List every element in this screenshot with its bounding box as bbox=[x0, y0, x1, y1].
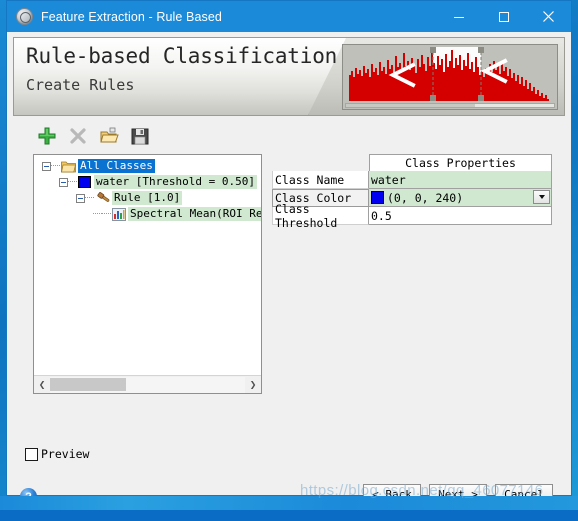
class-threshold-value[interactable]: 0.5 bbox=[369, 207, 552, 225]
class-name-value[interactable]: water bbox=[369, 171, 552, 189]
gavel-icon bbox=[97, 192, 110, 202]
tree-connector bbox=[85, 197, 94, 199]
tree-node-label: water [Threshold = 0.50] bbox=[94, 175, 257, 189]
open-folder-icon[interactable] bbox=[99, 126, 119, 146]
banner-title: Rule-based Classification bbox=[26, 44, 338, 68]
rules-toolbar bbox=[37, 121, 571, 151]
window-controls bbox=[436, 1, 571, 32]
scroll-right-arrow-icon[interactable]: ❯ bbox=[245, 377, 261, 393]
folder-icon bbox=[61, 161, 76, 172]
envi-logo-icon bbox=[16, 8, 33, 25]
class-color-text: (0, 0, 240) bbox=[387, 190, 464, 205]
tree-connector bbox=[93, 213, 102, 215]
property-label: Class Threshold bbox=[272, 202, 369, 230]
histogram-scrollbar bbox=[345, 103, 555, 108]
expander-icon[interactable] bbox=[59, 177, 68, 187]
tree-horizontal-scrollbar[interactable]: ❮ ❯ bbox=[34, 375, 261, 393]
banner-text: Rule-based Classification Create Rules bbox=[26, 44, 337, 94]
tree-node-label: All Classes bbox=[78, 159, 155, 173]
tree-node-rule[interactable]: Rule [1.0] bbox=[34, 190, 261, 206]
property-row-class-threshold: Class Threshold 0.5 bbox=[272, 202, 552, 230]
chart-icon bbox=[112, 207, 126, 221]
property-row-class-name: Class Name water bbox=[272, 171, 552, 189]
tree-connector bbox=[68, 181, 77, 183]
tree-connector bbox=[51, 165, 60, 167]
tree-node-attribute[interactable]: Spectral Mean(ROI Res bbox=[34, 206, 261, 222]
color-swatch-icon bbox=[371, 191, 384, 204]
color-swatch-icon bbox=[78, 176, 91, 188]
class-properties-panel: Class Properties Class Name water Class … bbox=[272, 154, 552, 230]
expander-icon[interactable] bbox=[76, 193, 85, 203]
scrollbar-track[interactable] bbox=[50, 376, 245, 393]
minimize-icon[interactable] bbox=[436, 1, 481, 32]
title-bar: Feature Extraction - Rule Based bbox=[7, 1, 571, 32]
tree-node-label: Spectral Mean(ROI Res bbox=[128, 207, 261, 221]
dialog-body: All Classes water [Threshold = 0.50] Rul… bbox=[7, 151, 571, 505]
banner-subtitle: Create Rules bbox=[26, 76, 135, 94]
feature-extraction-window: Feature Extraction - Rule Based Rule-bas… bbox=[6, 0, 572, 505]
chevron-down-icon[interactable] bbox=[533, 190, 550, 204]
preview-checkbox-row[interactable]: Preview bbox=[25, 447, 89, 461]
wizard-banner: Rule-based Classification Create Rules bbox=[13, 37, 565, 116]
class-properties-header: Class Properties bbox=[369, 154, 552, 171]
tree-node-all-classes[interactable]: All Classes bbox=[34, 158, 261, 174]
delete-icon bbox=[70, 128, 86, 144]
expander-icon[interactable] bbox=[42, 161, 51, 171]
preview-label: Preview bbox=[41, 447, 90, 461]
save-disk-icon[interactable] bbox=[130, 126, 150, 146]
class-tree-panel: All Classes water [Threshold = 0.50] Rul… bbox=[33, 154, 262, 394]
tree-node-water[interactable]: water [Threshold = 0.50] bbox=[34, 174, 261, 190]
scroll-left-arrow-icon[interactable]: ❮ bbox=[34, 377, 50, 393]
histogram-preview-graphic bbox=[342, 44, 558, 110]
class-color-value[interactable]: (0, 0, 240) bbox=[369, 189, 552, 207]
window-title: Feature Extraction - Rule Based bbox=[41, 9, 222, 24]
add-icon[interactable] bbox=[37, 126, 57, 146]
property-label: Class Name bbox=[272, 171, 369, 189]
class-tree[interactable]: All Classes water [Threshold = 0.50] Rul… bbox=[34, 155, 261, 375]
scrollbar-thumb[interactable] bbox=[50, 377, 127, 391]
close-icon[interactable] bbox=[526, 1, 571, 32]
histogram-svg bbox=[345, 47, 553, 101]
tree-node-label: Rule [1.0] bbox=[112, 191, 183, 205]
maximize-icon[interactable] bbox=[481, 1, 526, 32]
preview-checkbox[interactable] bbox=[25, 447, 38, 461]
tree-connector bbox=[102, 213, 111, 215]
taskbar-strip bbox=[0, 496, 578, 510]
